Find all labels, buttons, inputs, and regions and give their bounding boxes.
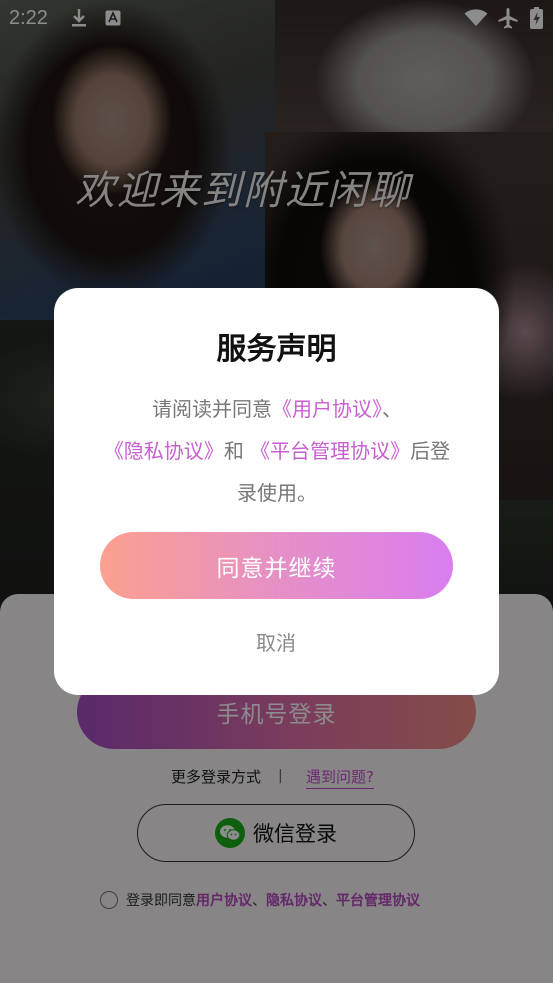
dialog-body: 请阅读并同意《用户协议》、《隐私协议》和 《平台管理协议》后登录使用。 — [103, 397, 451, 505]
agree-continue-button[interactable]: 同意并继续 — [100, 532, 453, 599]
dialog-user-agreement-link[interactable]: 《用户协议》 — [272, 397, 382, 421]
cancel-button[interactable]: 取消 — [226, 626, 326, 656]
dialog-platform-agreement-link[interactable]: 《平台管理协议》 — [250, 439, 410, 463]
dialog-title: 服务声明 — [216, 332, 337, 367]
dialog-privacy-agreement-link[interactable]: 《隐私协议》 — [104, 439, 224, 463]
service-statement-dialog: 服务声明 请阅读并同意《用户协议》、《隐私协议》和 《平台管理协议》后登录使用。… — [54, 288, 499, 695]
